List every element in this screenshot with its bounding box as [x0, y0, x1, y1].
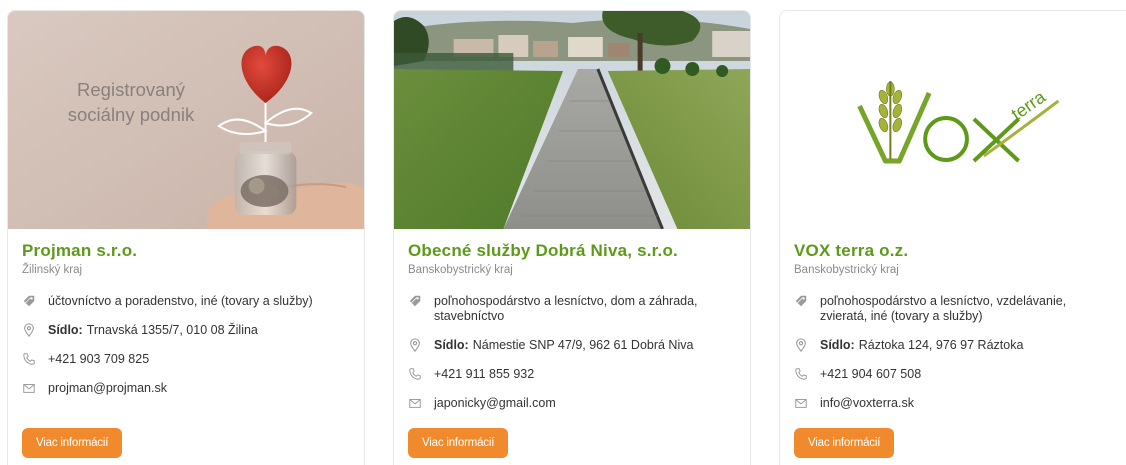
category-text: účtovníctvo a poradenstvo, iné (tovary a… — [48, 294, 313, 308]
phone-icon — [22, 352, 48, 366]
company-title[interactable]: Projman s.r.o. — [22, 241, 350, 261]
company-card-dobra-niva: Obecné služby Dobrá Niva, s.r.o. Banskob… — [393, 10, 751, 465]
info-seat: Sídlo: Námestie SNP 47/9, 962 61 Dobrá Ni… — [408, 338, 736, 353]
more-info-button[interactable]: Viac informácií — [408, 428, 509, 458]
image-text-social-enterprise: sociálny podnik — [67, 104, 195, 125]
email-address[interactable]: info@voxterra.sk — [820, 396, 1116, 411]
more-info-button[interactable]: Viac informácií — [22, 428, 123, 458]
tag-icon — [794, 294, 820, 308]
tag-icon — [408, 294, 434, 308]
vox-terra-logo: terra — [780, 11, 1126, 229]
company-card-vox-terra: terra VOX terra o.z. Banskobystrický kra… — [779, 10, 1126, 465]
envelope-icon — [22, 381, 48, 395]
tag-icon — [22, 294, 48, 308]
image-text-registered: Registrovaný — [77, 79, 185, 100]
info-category: poľnohospodárstvo a lesníctvo, vzdelávan… — [794, 294, 1116, 324]
location-pin-icon — [794, 338, 820, 352]
phone-number[interactable]: +421 911 855 932 — [434, 367, 736, 382]
info-email: japonicky@gmail.com — [408, 396, 736, 411]
seat-label: Sídlo: — [820, 338, 855, 352]
phone-icon — [408, 367, 434, 381]
email-address[interactable]: projman@projman.sk — [48, 381, 350, 396]
company-title[interactable]: Obecné služby Dobrá Niva, s.r.o. — [408, 241, 736, 261]
location-pin-icon — [22, 323, 48, 337]
phone-number[interactable]: +421 903 709 825 — [48, 352, 350, 367]
seat-label: Sídlo: — [434, 338, 469, 352]
more-info-button[interactable]: Viac informácií — [794, 428, 895, 458]
card-image-vox-terra-logo[interactable]: terra — [780, 11, 1126, 229]
info-category: poľnohospodárstvo a lesníctvo, dom a záh… — [408, 294, 736, 324]
category-text: poľnohospodárstvo a lesníctvo, vzdelávan… — [820, 294, 1067, 323]
seat-address: Trnavská 1355/7, 010 08 Žilina — [86, 323, 258, 337]
company-card-projman: Registrovaný sociálny podnik Projman s.r… — [7, 10, 365, 465]
envelope-icon — [794, 396, 820, 410]
location-pin-icon — [408, 338, 434, 352]
info-email: projman@projman.sk — [22, 381, 350, 396]
company-region: Banskobystrický kraj — [794, 264, 899, 276]
seat-address: Námestie SNP 47/9, 962 61 Dobrá Niva — [472, 338, 694, 352]
paved-path-photo — [394, 11, 750, 229]
email-address[interactable]: japonicky@gmail.com — [434, 396, 736, 411]
category-text: poľnohospodárstvo a lesníctvo, dom a záh… — [434, 294, 698, 323]
seat-label: Sídlo: — [48, 323, 83, 337]
phone-icon — [794, 367, 820, 381]
info-email: info@voxterra.sk — [794, 396, 1116, 411]
info-seat: Sídlo: Trnavská 1355/7, 010 08 Žilina — [22, 323, 350, 338]
phone-number[interactable]: +421 904 607 508 — [820, 367, 1116, 382]
card-image-social-enterprise[interactable]: Registrovaný sociálny podnik — [8, 11, 364, 229]
card-image-path[interactable] — [394, 11, 750, 229]
company-region: Žilinský kraj — [22, 264, 83, 276]
seat-address: Ráztoka 124, 976 97 Ráztoka — [858, 338, 1024, 352]
envelope-icon — [408, 396, 434, 410]
info-phone: +421 903 709 825 — [22, 352, 350, 367]
company-region: Banskobystrický kraj — [408, 264, 513, 276]
info-phone: +421 904 607 508 — [794, 367, 1116, 382]
info-category: účtovníctvo a poradenstvo, iné (tovary a… — [22, 294, 350, 309]
company-title[interactable]: VOX terra o.z. — [794, 241, 1116, 261]
info-phone: +421 911 855 932 — [408, 367, 736, 382]
info-seat: Sídlo: Ráztoka 124, 976 97 Ráztoka — [794, 338, 1116, 353]
